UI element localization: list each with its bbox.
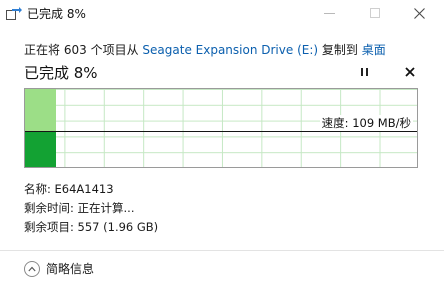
close-icon [413, 4, 425, 23]
minimize-button[interactable] [314, 0, 344, 26]
copy-status-line: 正在将 603 个项目从 Seagate Expansion Drive (E:… [24, 41, 386, 58]
status-verb: 复制到 [321, 43, 358, 57]
name-label: 名称: [24, 182, 51, 196]
fewer-details-label: 简略信息 [46, 262, 95, 276]
source-link[interactable]: Seagate Expansion Drive (E:) [142, 43, 318, 57]
time-remaining-value: 正在计算... [77, 201, 135, 215]
maximize-button[interactable] [360, 0, 390, 26]
close-button[interactable] [404, 0, 434, 26]
window-title: 已完成 8% [27, 7, 86, 21]
pause-icon [359, 68, 369, 76]
footer: 简略信息 [0, 251, 444, 290]
minimize-icon [323, 12, 335, 14]
name-value: E64A1413 [54, 182, 114, 196]
cancel-icon [405, 63, 415, 81]
name-row: 名称: E64A1413 [24, 181, 114, 197]
fewer-details-button[interactable]: 简略信息 [24, 260, 94, 277]
speed-label: 速度: 109 MB/秒 [319, 115, 413, 131]
copy-icon [6, 6, 22, 20]
chevron-up-icon [24, 260, 40, 277]
pause-button[interactable] [354, 62, 374, 82]
time-remaining-row: 剩余时间: 正在计算... [24, 200, 135, 216]
items-remaining-row: 剩余项目: 557 (1.96 GB) [24, 219, 158, 235]
progress-heading: 已完成 8% [24, 64, 98, 82]
items-remaining-label: 剩余项目: [24, 220, 74, 234]
item-count: 603 [63, 43, 87, 57]
transfer-speed-graph: 速度: 109 MB/秒 [24, 88, 418, 168]
speed-history-fill [25, 131, 56, 167]
time-remaining-label: 剩余时间: [24, 201, 74, 215]
title-bar: 已完成 8% [0, 0, 444, 26]
speed-line [25, 131, 417, 132]
status-items-word: 个项目从 [90, 43, 139, 57]
status-prefix: 正在将 [24, 43, 61, 57]
items-remaining-value: 557 (1.96 GB) [77, 220, 159, 234]
cancel-button[interactable] [400, 62, 420, 82]
maximize-icon [370, 8, 380, 18]
destination-link[interactable]: 桌面 [362, 43, 386, 57]
